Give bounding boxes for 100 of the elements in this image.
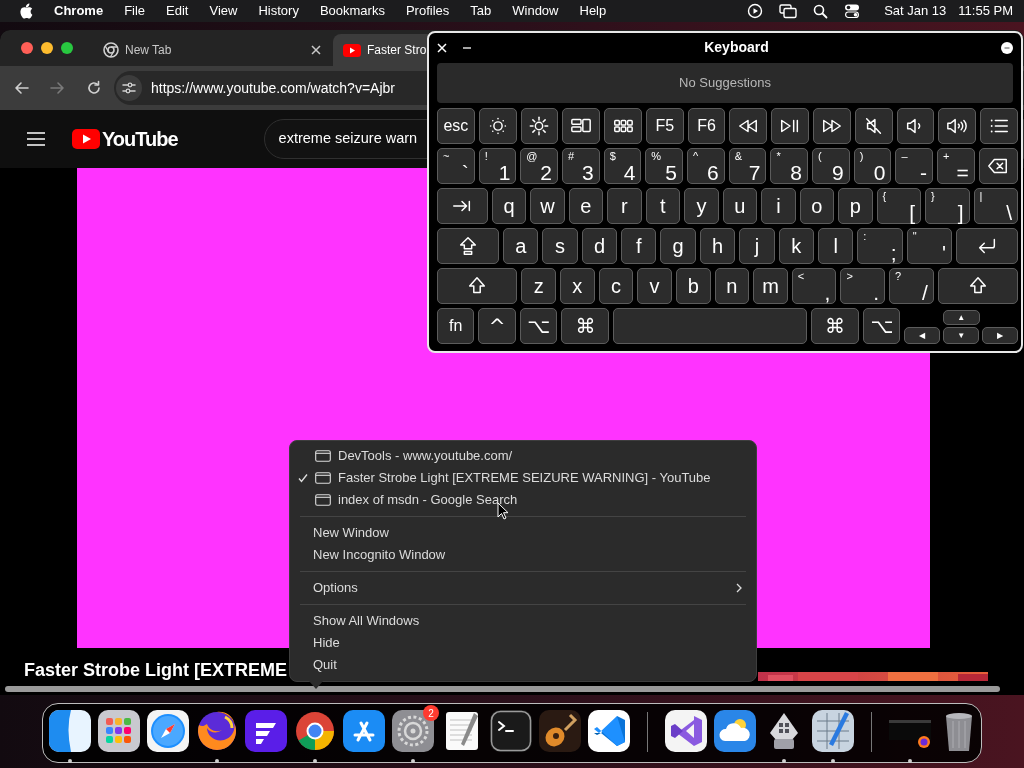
keyboard-key[interactable]: r <box>607 188 642 224</box>
menu-item[interactable]: Edit <box>166 1 189 21</box>
keyboard-key[interactable] <box>854 108 893 144</box>
keyboard-key[interactable]: : ; <box>857 228 903 264</box>
keyboard-key[interactable]: F5 <box>645 108 684 144</box>
globe-icon[interactable] <box>195 709 239 753</box>
keyboard-key[interactable]: " ' <box>906 228 952 264</box>
keyboard-key[interactable] <box>729 108 768 144</box>
keyboard-key[interactable]: < , <box>791 268 837 304</box>
keyboard-key[interactable]: > . <box>840 268 886 304</box>
keyboard-key[interactable]: ~ ` <box>437 148 475 184</box>
close-window-button[interactable] <box>21 42 33 54</box>
logo-text[interactable]: YouTube <box>102 124 178 154</box>
keyboard-key[interactable] <box>437 268 518 304</box>
keyboard-key[interactable]: ⌥ <box>519 308 558 344</box>
scrollbar[interactable] <box>5 686 1000 692</box>
keyboard-key[interactable]: ( 9 <box>812 148 850 184</box>
play-icon[interactable] <box>747 3 764 19</box>
split-square-icon[interactable] <box>48 709 92 753</box>
keyboard-key[interactable]: w <box>530 188 565 224</box>
keyboard-key[interactable]: @ 2 <box>520 148 558 184</box>
keyboard-key[interactable]: ⌘ <box>810 308 860 344</box>
compass-icon[interactable] <box>146 709 190 753</box>
keyboard-key[interactable] <box>980 108 1018 144</box>
keyboard-key[interactable]: ⌘ <box>561 308 610 344</box>
close-icon[interactable] <box>311 45 321 55</box>
keyboard-key[interactable] <box>956 228 1019 264</box>
keyboard-key[interactable]: a <box>503 228 539 264</box>
keyboard-key[interactable]: x <box>559 268 595 304</box>
windows-icon[interactable] <box>779 3 798 19</box>
keyboard-key[interactable]: | \ <box>973 188 1018 224</box>
options-icon[interactable] <box>1001 41 1013 54</box>
keyboard-key[interactable]: o <box>799 188 835 224</box>
menu-item[interactable]: Help <box>579 1 607 21</box>
keyboard-key[interactable]: v <box>637 268 672 304</box>
keyboard-key[interactable]: j <box>739 228 775 264</box>
tune-icon[interactable] <box>116 75 142 101</box>
keyboard-key[interactable]: t <box>645 188 681 224</box>
guitar-icon[interactable] <box>538 709 582 753</box>
ribbon-icon[interactable] <box>587 709 631 753</box>
keyboard-key[interactable]: y <box>684 188 719 224</box>
zoom-window-button[interactable] <box>61 42 73 54</box>
menu-bar-date[interactable]: Sat Jan 13 <box>884 1 947 21</box>
forward-arrow-icon[interactable] <box>49 80 65 96</box>
crossed-lines-icon[interactable] <box>342 709 386 753</box>
apple-icon[interactable] <box>19 3 33 19</box>
arrow-key[interactable]: ▲ <box>942 310 980 325</box>
keyboard-key[interactable] <box>813 108 851 144</box>
browser-tab[interactable]: New Tab <box>93 34 333 66</box>
menu-item[interactable]: index of msdn - Google Search <box>290 489 756 511</box>
keyboard-key[interactable]: $ 4 <box>603 148 642 184</box>
keyboard-key[interactable] <box>771 108 810 144</box>
keyboard-key[interactable]: ⌥ <box>863 308 901 344</box>
keyboard-key[interactable] <box>978 148 1018 184</box>
minimize-window-button[interactable] <box>41 42 53 54</box>
keyboard-key[interactable]: ^ 6 <box>687 148 725 184</box>
keyboard-key[interactable] <box>520 108 559 144</box>
keyboard-key[interactable]: – - <box>895 148 934 184</box>
keyboard-key[interactable]: fn <box>437 308 475 344</box>
keyboard-key[interactable]: c <box>598 268 634 304</box>
keyboard-key[interactable]: esc <box>437 108 475 144</box>
menu-icon[interactable] <box>27 132 45 146</box>
keyboard-key[interactable] <box>604 108 642 144</box>
app-menu[interactable]: Chrome <box>54 1 104 21</box>
keyboard-key[interactable]: { [ <box>876 188 922 224</box>
tricolor-circle-icon[interactable] <box>293 709 337 753</box>
menu-item[interactable]: Tab <box>470 1 492 21</box>
keyboard-key[interactable]: m <box>753 268 788 304</box>
menu-item[interactable]: History <box>258 1 299 21</box>
keyboard-key[interactable]: % 5 <box>645 148 684 184</box>
keyboard-key[interactable]: q <box>491 188 527 224</box>
keyboard-key[interactable]: # 3 <box>562 148 600 184</box>
keyboard-key[interactable] <box>478 108 517 144</box>
keyboard-key[interactable]: l <box>817 228 854 264</box>
keyboard-key[interactable]: g <box>660 228 696 264</box>
gear-icon[interactable] <box>391 709 435 753</box>
keyboard-key[interactable]: z <box>521 268 556 304</box>
keyboard-key[interactable]: F6 <box>687 108 726 144</box>
menu-item[interactable]: File <box>124 1 146 21</box>
keyboard-key[interactable]: ) 0 <box>853 148 892 184</box>
keyboard-key[interactable]: u <box>722 188 758 224</box>
back-arrow-icon[interactable] <box>14 80 30 96</box>
menu-item[interactable]: DevTools - www.youtube.com/ <box>290 445 756 467</box>
keyboard-key[interactable] <box>437 228 500 264</box>
menu-item[interactable]: Profiles <box>405 1 450 21</box>
keyboard-key[interactable]: ! 1 <box>478 148 517 184</box>
keyboard-key[interactable]: * 8 <box>770 148 809 184</box>
menu-item[interactable]: View <box>209 1 238 21</box>
keyboard-key[interactable]: f <box>621 228 657 264</box>
keyboard-key[interactable]: & 7 <box>728 148 767 184</box>
arrow-key[interactable]: ▶ <box>982 327 1018 344</box>
keyboard-key[interactable]: s <box>542 228 578 264</box>
toggles-icon[interactable] <box>844 3 861 19</box>
keyboard-key[interactable]: i <box>761 188 796 224</box>
arrow-key[interactable]: ▼ <box>943 327 980 344</box>
keyboard-key[interactable]: e <box>568 188 604 224</box>
cloud-icon[interactable] <box>713 709 757 753</box>
menu-item[interactable]: Hide <box>290 632 756 654</box>
menu-item[interactable]: New Window <box>290 522 756 544</box>
keyboard-key[interactable] <box>938 108 977 144</box>
